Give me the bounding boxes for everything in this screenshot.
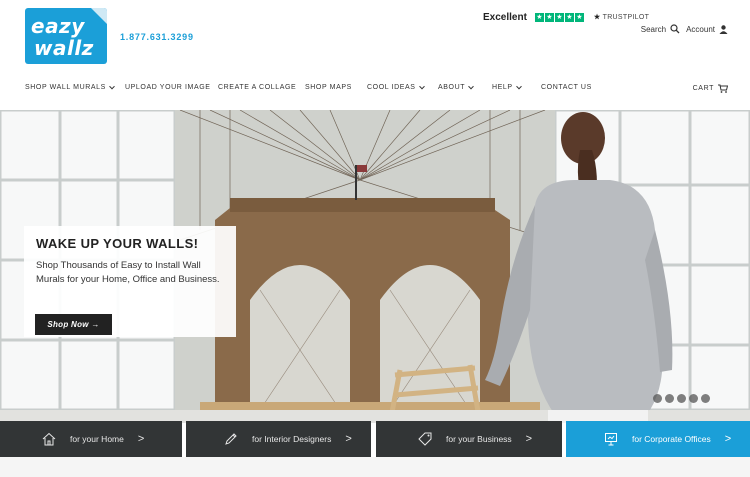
nav-label: CREATE A COLLAGE <box>218 84 297 91</box>
hero-body: Shop Thousands of Easy to Install Wall M… <box>36 260 220 285</box>
eazywallz-logo[interactable]: eazy wallz <box>25 8 107 64</box>
chevron-down-icon <box>468 83 474 89</box>
chevron-down-icon <box>515 83 522 89</box>
nav-shop-maps[interactable]: SHOP MAPS <box>305 84 352 91</box>
account-link[interactable]: Account <box>686 25 728 34</box>
hero-heading: WAKE UP YOUR WALLS! <box>36 236 199 251</box>
chevron-down-icon <box>418 83 425 89</box>
slider-dot[interactable] <box>653 394 662 403</box>
chevron-right-icon: > <box>724 433 732 445</box>
tile-for-your-home[interactable]: for your Home > <box>0 421 182 457</box>
trustpilot-widget[interactable]: Excellent ★ ★ ★ ★ ★ ★ TRUSTPILOT <box>483 11 649 23</box>
tile-label: for Interior Designers <box>252 434 332 444</box>
logo-page-curl-icon <box>91 8 107 24</box>
nav-label: HELP <box>492 84 513 91</box>
nav-label: COOL IDEAS <box>367 84 416 91</box>
nav-label: SHOP MAPS <box>305 84 352 91</box>
chevron-right-icon: > <box>137 433 145 445</box>
nav-label: UPLOAD YOUR IMAGE <box>125 84 211 91</box>
nav-about[interactable]: ABOUT <box>438 83 474 91</box>
tile-label: for your Business <box>446 434 512 444</box>
slider-dot[interactable] <box>677 394 686 403</box>
audience-tiles: for your Home > for Interior Designers >… <box>0 421 750 457</box>
nav-label: SHOP WALL MURALS <box>25 84 106 91</box>
chevron-right-icon: > <box>525 433 533 445</box>
shop-now-button[interactable]: Shop Now → <box>35 314 112 335</box>
user-icon <box>719 24 728 34</box>
slider-dot[interactable] <box>701 394 710 403</box>
logo-line1: eazy <box>31 14 85 38</box>
hero-banner: WAKE UP YOUR WALLS! Shop Thousands of Ea… <box>0 110 750 423</box>
main-nav: SHOP WALL MURALS UPLOAD YOUR IMAGE CREAT… <box>0 78 750 100</box>
trustpilot-logo: ★ TRUSTPILOT <box>594 13 649 21</box>
tile-label: for Corporate Offices <box>632 434 711 444</box>
nav-help[interactable]: HELP <box>492 83 522 91</box>
search-link[interactable]: Search <box>641 24 680 34</box>
star-icon: ★ <box>574 12 584 22</box>
trustpilot-logo-text: TRUSTPILOT <box>602 14 650 21</box>
content-divider <box>0 457 750 477</box>
star-icon: ★ <box>544 12 554 22</box>
slider-dot[interactable] <box>665 394 674 403</box>
nav-create-a-collage[interactable]: CREATE A COLLAGE <box>218 84 296 91</box>
house-icon <box>38 432 60 446</box>
account-label: Account <box>686 24 715 34</box>
tile-for-interior-designers[interactable]: for Interior Designers > <box>186 421 371 457</box>
search-icon <box>670 24 680 34</box>
phone-number[interactable]: 1.877.631.3299 <box>120 32 194 42</box>
tile-label: for your Home <box>70 434 124 444</box>
logo-line2: wallz <box>34 36 94 60</box>
search-label: Search <box>640 24 667 34</box>
trustpilot-logo-star-icon: ★ <box>593 14 601 21</box>
page: eazy wallz 1.877.631.3299 Excellent ★ ★ … <box>0 0 750 477</box>
tag-icon <box>414 432 436 446</box>
nav-contact-us[interactable]: CONTACT US <box>541 84 592 91</box>
site-header: eazy wallz 1.877.631.3299 Excellent ★ ★ … <box>0 0 750 72</box>
slider-dot[interactable] <box>689 394 698 403</box>
star-icon: ★ <box>554 12 564 22</box>
nav-shop-wall-murals[interactable]: SHOP WALL MURALS <box>25 83 115 91</box>
chevron-down-icon <box>109 83 115 89</box>
star-icon: ★ <box>534 12 544 22</box>
nav-label: CONTACT US <box>541 84 592 91</box>
trustpilot-stars: ★ ★ ★ ★ ★ <box>534 12 584 22</box>
star-icon: ★ <box>564 12 574 22</box>
nav-label: ABOUT <box>438 84 466 91</box>
tile-for-corporate-offices[interactable]: for Corporate Offices > <box>566 421 750 457</box>
utility-bar: Search Account <box>635 24 728 34</box>
slider-dots <box>653 394 710 403</box>
nav-upload-your-image[interactable]: UPLOAD YOUR IMAGE <box>125 84 211 91</box>
chevron-right-icon: > <box>345 433 352 445</box>
pencil-icon <box>220 432 242 446</box>
cart-link[interactable]: CART <box>693 84 728 93</box>
cart-label: CART <box>692 85 714 92</box>
cart-icon <box>718 84 728 93</box>
tile-for-your-business[interactable]: for your Business > <box>376 421 562 457</box>
nav-cool-ideas[interactable]: COOL IDEAS <box>367 83 425 91</box>
presentation-icon <box>600 432 622 446</box>
hero-promo-card: WAKE UP YOUR WALLS! Shop Thousands of Ea… <box>24 226 236 337</box>
trustpilot-rating-text: Excellent <box>483 11 527 23</box>
